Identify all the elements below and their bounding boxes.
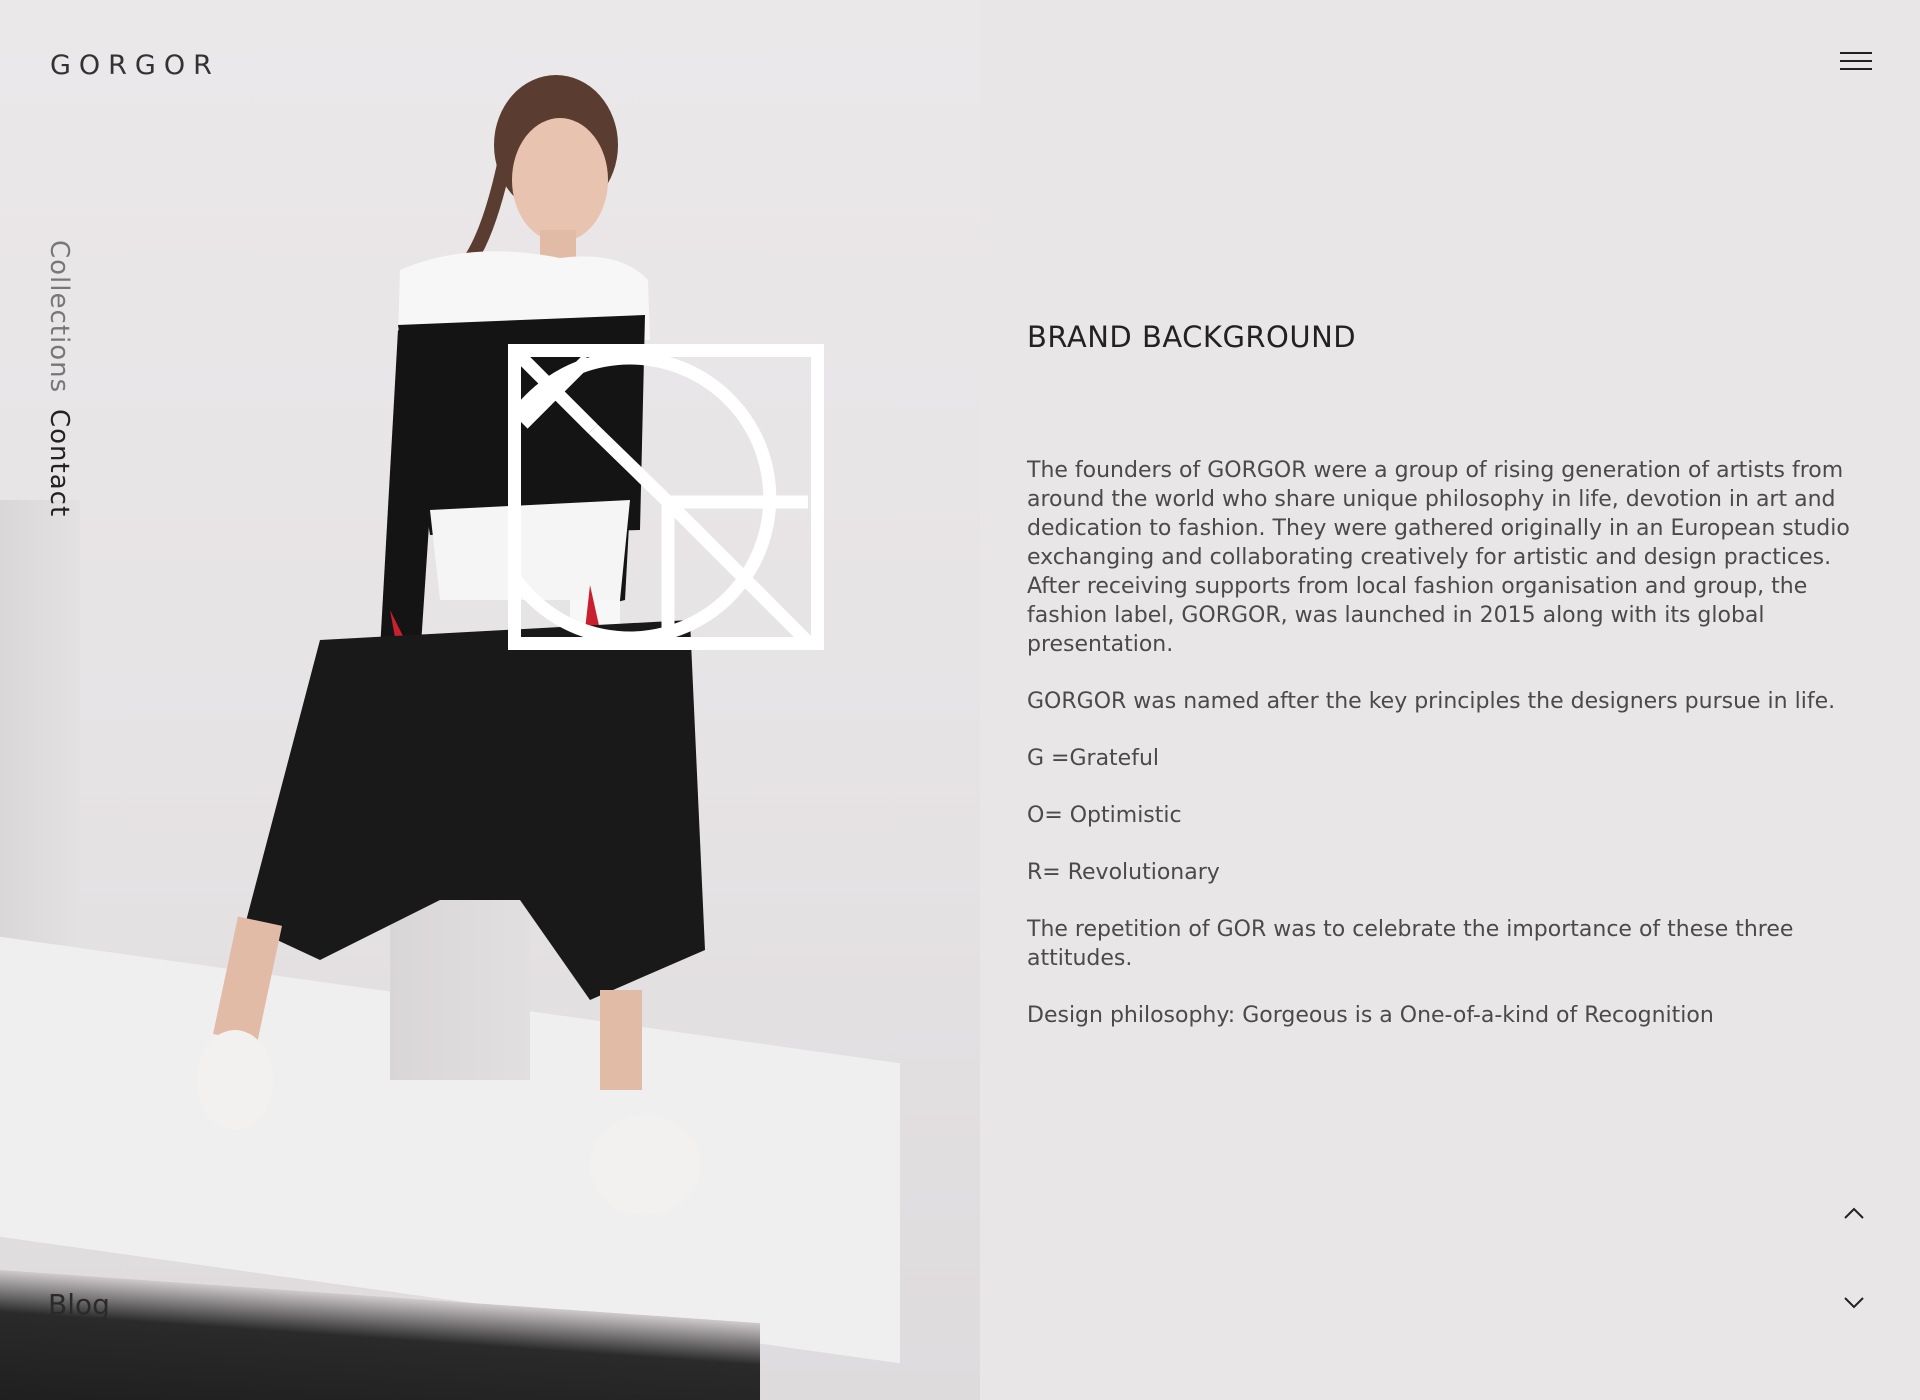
paragraph: Design philosophy: Gorgeous is a One-of-…: [1027, 1003, 1714, 1028]
brand-logo[interactable]: GORGOR: [50, 50, 220, 81]
chevron-down-icon[interactable]: [1843, 1296, 1865, 1310]
menu-line: [1840, 52, 1872, 54]
page-title: BRAND BACKGROUND: [1027, 320, 1357, 354]
gorgor-emblem: [508, 344, 824, 650]
nav-collections[interactable]: Collections: [44, 240, 74, 393]
nav-contact[interactable]: Contact: [44, 409, 74, 517]
paragraph: G =Grateful: [1027, 746, 1160, 771]
hero-photo: [0, 0, 980, 1400]
menu-line: [1840, 68, 1872, 70]
model-figure: [197, 75, 705, 1215]
paragraph: GORGOR was named after the key principle…: [1027, 689, 1836, 714]
brand-background-section: BRAND BACKGROUND The founders of GORGOR …: [1027, 320, 1857, 1058]
paragraph: The founders of GORGOR were a group of r…: [1027, 458, 1850, 657]
nav-blog[interactable]: Blog: [48, 1288, 110, 1321]
chevron-up-icon[interactable]: [1843, 1206, 1865, 1220]
paragraph: The repetition of GOR was to celebrate t…: [1027, 917, 1794, 971]
paragraph: R= Revolutionary: [1027, 860, 1220, 885]
paragraph: O= Optimistic: [1027, 803, 1182, 828]
side-nav: Collections Contact: [44, 240, 74, 533]
hamburger-icon[interactable]: [1840, 52, 1872, 76]
menu-line: [1840, 60, 1872, 62]
